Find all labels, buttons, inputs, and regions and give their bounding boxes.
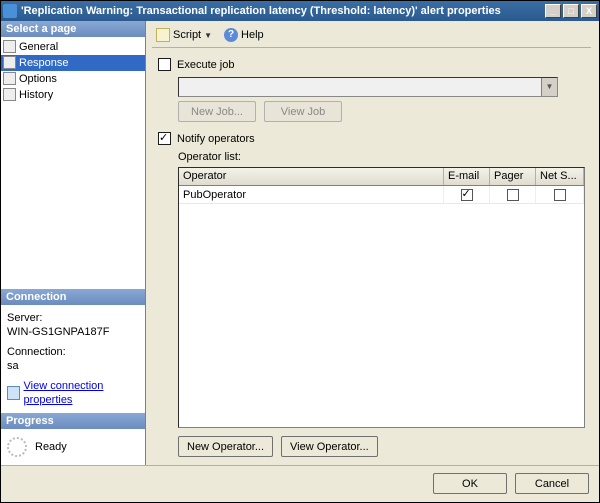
cancel-button[interactable]: Cancel <box>515 473 589 494</box>
new-operator-button[interactable]: New Operator... <box>178 436 273 457</box>
connection-value: sa <box>7 359 139 373</box>
connection-panel: Server: WIN-GS1GNPA187F Connection: sa V… <box>1 305 145 413</box>
view-job-button: View Job <box>264 101 342 122</box>
view-connection-properties-link[interactable]: View connection properties <box>24 379 139 407</box>
operator-list-label: Operator list: <box>178 151 585 163</box>
email-checkbox[interactable] <box>461 189 473 201</box>
cell-operator: PubOperator <box>179 186 444 203</box>
progress-header: Progress <box>1 413 145 429</box>
job-select: ▼ <box>178 77 558 97</box>
nav-label: Options <box>19 73 57 85</box>
app-icon <box>3 4 17 18</box>
progress-panel: Ready <box>1 429 145 465</box>
spinner-icon <box>7 437 27 457</box>
page-icon <box>3 56 16 69</box>
nav-item-response[interactable]: Response <box>1 55 145 71</box>
toolbar: Script ▼ ? Help <box>152 25 591 48</box>
connection-label: Connection: <box>7 345 139 359</box>
nav-item-history[interactable]: History <box>1 87 145 103</box>
page-icon <box>3 40 16 53</box>
dialog-footer: OK Cancel <box>1 465 599 501</box>
job-select-dropdown-button: ▼ <box>541 78 557 96</box>
close-button[interactable]: X <box>581 4 597 18</box>
execute-job-label: Execute job <box>177 59 234 71</box>
nav-item-options[interactable]: Options <box>1 71 145 87</box>
col-pager[interactable]: Pager <box>490 168 536 185</box>
page-icon <box>3 88 16 101</box>
new-job-button: New Job... <box>178 101 256 122</box>
nav-label: History <box>19 89 53 101</box>
pager-checkbox[interactable] <box>507 189 519 201</box>
cell-netsend <box>536 186 584 203</box>
ok-button[interactable]: OK <box>433 473 507 494</box>
help-label: Help <box>241 29 264 41</box>
response-form: Execute job ▼ New Job... View Job Notify… <box>152 48 591 461</box>
progress-status: Ready <box>35 441 67 453</box>
execute-job-checkbox[interactable] <box>158 58 171 71</box>
grid-header: Operator E-mail Pager Net S... <box>179 168 584 186</box>
netsend-checkbox[interactable] <box>554 189 566 201</box>
cell-email <box>444 186 490 203</box>
col-email[interactable]: E-mail <box>444 168 490 185</box>
cell-pager <box>490 186 536 203</box>
view-operator-button[interactable]: View Operator... <box>281 436 378 457</box>
nav-label: General <box>19 41 58 53</box>
grid-body: PubOperator <box>179 186 584 427</box>
titlebar: 'Replication Warning: Transactional repl… <box>1 1 599 21</box>
help-icon: ? <box>224 28 238 42</box>
operator-grid: Operator E-mail Pager Net S... PubOperat… <box>178 167 585 428</box>
page-icon <box>3 72 16 85</box>
server-value: WIN-GS1GNPA187F <box>7 325 139 339</box>
connection-header: Connection <box>1 289 145 305</box>
col-operator[interactable]: Operator <box>179 168 444 185</box>
script-button[interactable]: Script ▼ <box>152 27 216 43</box>
main-panel: Script ▼ ? Help Execute job ▼ New Job...… <box>146 21 599 465</box>
select-page-header: Select a page <box>1 21 145 37</box>
maximize-button[interactable]: □ <box>563 4 579 18</box>
minimize-button[interactable]: _ <box>545 4 561 18</box>
help-button[interactable]: ? Help <box>220 27 268 43</box>
col-netsend[interactable]: Net S... <box>536 168 584 185</box>
server-label: Server: <box>7 311 139 325</box>
chevron-down-icon: ▼ <box>204 31 212 40</box>
window-title: 'Replication Warning: Transactional repl… <box>21 5 545 17</box>
nav-label: Response <box>19 57 69 69</box>
notify-operators-checkbox[interactable] <box>158 132 171 145</box>
properties-icon <box>7 386 20 400</box>
table-row[interactable]: PubOperator <box>179 186 584 204</box>
nav-item-general[interactable]: General <box>1 39 145 55</box>
script-icon <box>156 28 170 42</box>
script-label: Script <box>173 29 201 41</box>
sidebar: Select a page General Response Options H… <box>1 21 146 465</box>
nav-list: General Response Options History <box>1 37 145 105</box>
notify-operators-label: Notify operators <box>177 133 255 145</box>
